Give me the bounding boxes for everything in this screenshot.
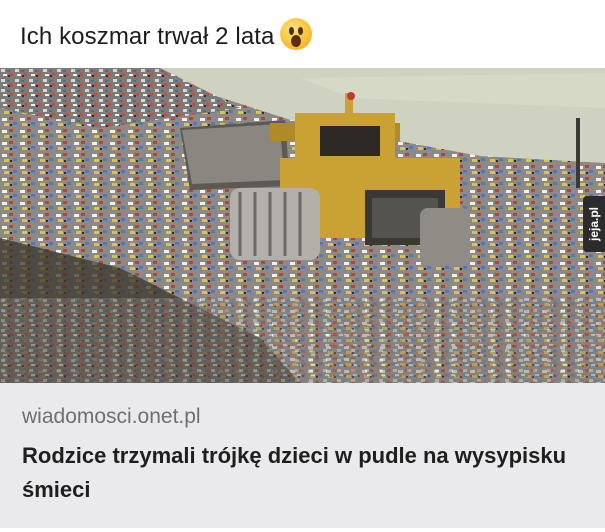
article-source: wiadomosci.onet.pl <box>22 405 201 428</box>
landfill-bulldozer-image <box>0 68 605 383</box>
jeja-watermark: jeja.pl <box>583 196 605 252</box>
bottom-divider <box>0 528 605 532</box>
post-header: Ich koszmar trwał 2 lata <box>0 0 605 68</box>
post-title: Ich koszmar trwał 2 lata <box>20 18 313 51</box>
article-photo[interactable]: jeja.pl <box>0 68 605 383</box>
watermark-text: jeja.pl <box>587 206 601 241</box>
post-title-text: Ich koszmar trwał 2 lata <box>20 23 275 50</box>
article-link-card[interactable]: jeja.pl wiadomosci.onet.pl Rodzice trzym… <box>0 68 605 528</box>
article-caption[interactable]: wiadomosci.onet.pl Rodzice trzymali trój… <box>0 383 605 528</box>
surprised-face-emoji-icon <box>280 18 313 50</box>
article-headline[interactable]: Rodzice trzymali trójkę dzieci w pudle n… <box>22 439 582 507</box>
